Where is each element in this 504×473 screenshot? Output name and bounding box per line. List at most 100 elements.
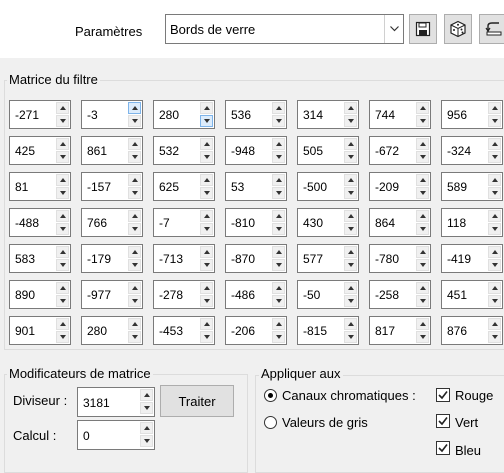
matrix-cell-r3-c7[interactable]: 589 xyxy=(441,172,503,201)
spinner-up-icon[interactable] xyxy=(200,138,213,150)
spinner-down-icon[interactable] xyxy=(416,151,429,163)
spinner-down-icon[interactable] xyxy=(128,259,141,271)
matrix-cell-r2-c7[interactable]: -324 xyxy=(441,136,503,165)
spinner-down-icon[interactable] xyxy=(140,435,153,447)
matrix-cell-r7-c3[interactable]: -453 xyxy=(153,316,215,345)
matrix-cell-spinner[interactable] xyxy=(200,174,213,199)
matrix-cell-spinner[interactable] xyxy=(416,174,429,199)
spinner-up-icon[interactable] xyxy=(128,282,141,294)
matrix-cell-r6-c4[interactable]: -486 xyxy=(225,280,287,309)
spinner-down-icon[interactable] xyxy=(128,295,141,307)
spinner-down-icon[interactable] xyxy=(416,295,429,307)
spinner-up-icon[interactable] xyxy=(488,102,501,114)
spinner-down-icon[interactable] xyxy=(56,295,69,307)
matrix-cell-r2-c6[interactable]: -672 xyxy=(369,136,431,165)
matrix-cell-r4-c4[interactable]: -810 xyxy=(225,208,287,237)
matrix-cell-spinner[interactable] xyxy=(416,318,429,343)
matrix-cell-spinner[interactable] xyxy=(128,246,141,271)
spinner-up-icon[interactable] xyxy=(56,318,69,330)
matrix-cell-spinner[interactable] xyxy=(272,246,285,271)
divisor-spinner[interactable] xyxy=(140,389,153,415)
spinner-down-icon[interactable] xyxy=(344,151,357,163)
spinner-up-icon[interactable] xyxy=(56,210,69,222)
matrix-cell-r3-c4[interactable]: 53 xyxy=(225,172,287,201)
spinner-up-icon[interactable] xyxy=(488,138,501,150)
save-button[interactable] xyxy=(409,14,437,44)
spinner-down-icon[interactable] xyxy=(140,402,153,414)
spinner-down-icon[interactable] xyxy=(200,259,213,271)
matrix-cell-r1-c1[interactable]: -271 xyxy=(9,100,71,129)
matrix-cell-spinner[interactable] xyxy=(128,102,141,127)
matrix-cell-spinner[interactable] xyxy=(344,246,357,271)
matrix-cell-r7-c2[interactable]: 280 xyxy=(81,316,143,345)
spinner-up-icon[interactable] xyxy=(344,174,357,186)
spinner-down-icon[interactable] xyxy=(344,295,357,307)
spinner-up-icon[interactable] xyxy=(200,282,213,294)
matrix-cell-r2-c4[interactable]: -948 xyxy=(225,136,287,165)
matrix-cell-r2-c3[interactable]: 532 xyxy=(153,136,215,165)
spinner-down-icon[interactable] xyxy=(488,151,501,163)
matrix-cell-r7-c5[interactable]: -815 xyxy=(297,316,359,345)
spinner-up-icon[interactable] xyxy=(272,318,285,330)
process-button[interactable]: Traiter xyxy=(160,385,234,417)
matrix-cell-r4-c5[interactable]: 430 xyxy=(297,208,359,237)
matrix-cell-spinner[interactable] xyxy=(272,210,285,235)
spinner-up-icon[interactable] xyxy=(344,282,357,294)
spinner-up-icon[interactable] xyxy=(488,318,501,330)
spinner-down-icon[interactable] xyxy=(272,331,285,343)
matrix-cell-spinner[interactable] xyxy=(128,282,141,307)
reset-button[interactable] xyxy=(479,14,504,44)
spinner-up-icon[interactable] xyxy=(416,174,429,186)
matrix-cell-r7-c1[interactable]: 901 xyxy=(9,316,71,345)
matrix-cell-r5-c3[interactable]: -713 xyxy=(153,244,215,273)
spinner-up-icon[interactable] xyxy=(200,246,213,258)
matrix-cell-r5-c4[interactable]: -870 xyxy=(225,244,287,273)
divisor-input[interactable]: 3181 xyxy=(77,387,155,417)
spinner-down-icon[interactable] xyxy=(416,259,429,271)
matrix-cell-spinner[interactable] xyxy=(200,138,213,163)
matrix-cell-spinner[interactable] xyxy=(344,282,357,307)
matrix-cell-r1-c6[interactable]: 744 xyxy=(369,100,431,129)
matrix-cell-spinner[interactable] xyxy=(56,138,69,163)
matrix-cell-spinner[interactable] xyxy=(56,102,69,127)
matrix-cell-r2-c2[interactable]: 861 xyxy=(81,136,143,165)
spinner-up-icon[interactable] xyxy=(272,102,285,114)
bias-input[interactable]: 0 xyxy=(77,420,155,450)
spinner-up-icon[interactable] xyxy=(272,174,285,186)
spinner-up-icon[interactable] xyxy=(344,138,357,150)
matrix-cell-spinner[interactable] xyxy=(416,138,429,163)
spinner-up-icon[interactable] xyxy=(488,246,501,258)
color-channels-radio[interactable] xyxy=(264,389,277,402)
matrix-cell-spinner[interactable] xyxy=(488,102,501,127)
matrix-cell-spinner[interactable] xyxy=(56,246,69,271)
spinner-up-icon[interactable] xyxy=(344,210,357,222)
bias-spinner[interactable] xyxy=(140,422,153,448)
matrix-cell-spinner[interactable] xyxy=(128,138,141,163)
matrix-cell-spinner[interactable] xyxy=(344,210,357,235)
matrix-cell-r3-c3[interactable]: 625 xyxy=(153,172,215,201)
spinner-up-icon[interactable] xyxy=(416,210,429,222)
matrix-cell-spinner[interactable] xyxy=(344,102,357,127)
spinner-up-icon[interactable] xyxy=(488,174,501,186)
matrix-cell-r6-c3[interactable]: -278 xyxy=(153,280,215,309)
matrix-cell-r6-c5[interactable]: -50 xyxy=(297,280,359,309)
spinner-down-icon[interactable] xyxy=(344,115,357,127)
spinner-up-icon[interactable] xyxy=(488,282,501,294)
spinner-down-icon[interactable] xyxy=(128,331,141,343)
spinner-down-icon[interactable] xyxy=(200,187,213,199)
spinner-down-icon[interactable] xyxy=(344,259,357,271)
matrix-cell-spinner[interactable] xyxy=(200,282,213,307)
spinner-down-icon[interactable] xyxy=(488,259,501,271)
matrix-cell-r6-c1[interactable]: 890 xyxy=(9,280,71,309)
matrix-cell-r5-c6[interactable]: -780 xyxy=(369,244,431,273)
spinner-down-icon[interactable] xyxy=(344,331,357,343)
spinner-down-icon[interactable] xyxy=(56,115,69,127)
spinner-up-icon[interactable] xyxy=(56,246,69,258)
matrix-cell-r6-c7[interactable]: 451 xyxy=(441,280,503,309)
matrix-cell-r3-c2[interactable]: -157 xyxy=(81,172,143,201)
spinner-down-icon[interactable] xyxy=(488,115,501,127)
spinner-down-icon[interactable] xyxy=(272,115,285,127)
spinner-up-icon[interactable] xyxy=(200,174,213,186)
matrix-cell-spinner[interactable] xyxy=(128,210,141,235)
red-channel-checkbox[interactable] xyxy=(436,388,450,402)
